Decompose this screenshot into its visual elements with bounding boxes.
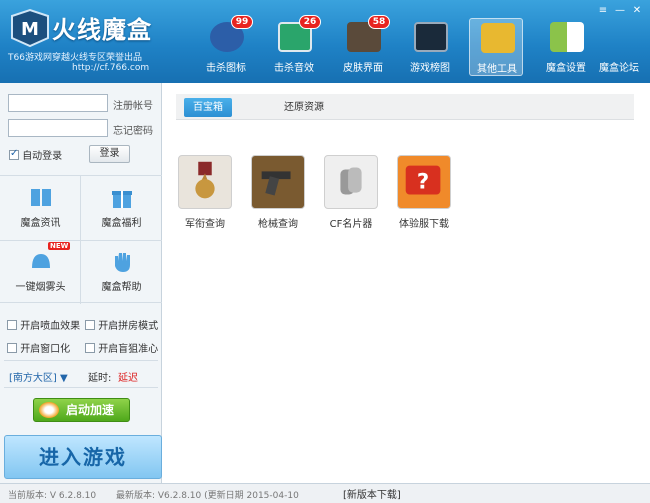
region-select[interactable]: [南方大区] ▼ (9, 369, 68, 384)
option-room[interactable]: 开启拼房模式 (85, 317, 158, 332)
toolbar-forum[interactable]: 魔盒论坛 (591, 18, 647, 76)
forgot-password-link[interactable]: 忘记密码 (113, 122, 153, 137)
toolbar-label: 游戏榜图 (410, 63, 450, 74)
toolbar-kill-sounds[interactable]: 26 击杀音效 (267, 15, 321, 76)
checkbox[interactable] (7, 343, 17, 353)
quick-grid: 魔盒资讯 魔盒福利 NEW 一键烟雾头 魔盒帮助 (0, 175, 162, 304)
tab-toolbox[interactable]: 百宝箱 (184, 98, 232, 117)
minimize-icon[interactable]: — (613, 5, 627, 17)
svg-text:M: M (21, 19, 39, 40)
gift-icon (112, 191, 132, 208)
tab-bar: 百宝箱 还原资源 (176, 94, 634, 120)
option-crosshair[interactable]: 开启盲狙准心 (85, 340, 158, 355)
password-input[interactable] (8, 119, 108, 137)
main-panel: 百宝箱 还原资源 军衔查询 枪械查询 CF名片器 ? 体验服下载 (163, 83, 650, 483)
enter-game-button[interactable]: 进入游戏 (4, 435, 162, 479)
register-link[interactable]: 注册帐号 (113, 97, 153, 112)
book-icon (31, 189, 51, 206)
close-icon[interactable]: ✕ (630, 5, 644, 17)
quick-help[interactable]: 魔盒帮助 (81, 240, 162, 304)
toolbar-label: 其他工具 (477, 64, 517, 75)
checkbox[interactable] (7, 320, 17, 330)
tab-restore[interactable]: 还原资源 (280, 98, 328, 117)
latency-value: 延迟 (118, 373, 138, 384)
quick-smoke[interactable]: NEW 一键烟雾头 (0, 240, 81, 304)
latest-version: 最新版本: V6.2.8.10 (更新日期 2015-04-10 (116, 491, 299, 501)
toolbar-kill-icons[interactable]: 99 击杀图标 (199, 15, 253, 76)
settings-grid-icon (550, 22, 584, 52)
quick-label: 魔盒资讯 (20, 218, 61, 229)
new-badge: NEW (48, 242, 71, 250)
tool-cf-card[interactable]: CF名片器 (321, 155, 381, 235)
accelerate-button[interactable]: 启动加速 (33, 398, 130, 422)
toolbar-label: 魔盒论坛 (599, 63, 639, 74)
toolbar-game-map[interactable]: 游戏榜图 (403, 18, 457, 76)
username-input[interactable] (8, 94, 108, 112)
tool-rank-query[interactable]: 军衔查询 (175, 155, 235, 235)
status-bar: 当前版本: V 6.2.8.10 最新版本: V6.2.8.10 (更新日期 2… (0, 483, 650, 503)
dropdown-arrow-icon: ▼ (60, 373, 68, 384)
auto-login[interactable]: 自动登录 (9, 147, 62, 162)
toolbar-label: 击杀音效 (274, 63, 314, 74)
login-button[interactable]: 登录 (89, 145, 130, 163)
dogtag-icon (324, 155, 378, 209)
menu-icon[interactable]: ≡ (596, 5, 610, 17)
quick-benefits[interactable]: 魔盒福利 (81, 176, 162, 240)
download-new-version-link[interactable]: [新版本下载] (343, 486, 401, 501)
toolbar-label: 魔盒设置 (546, 63, 586, 74)
auto-login-checkbox[interactable] (9, 148, 19, 160)
helmet-icon (32, 254, 50, 268)
tools-icon (481, 23, 515, 53)
auto-login-label: 自动登录 (22, 151, 63, 162)
medal-icon (178, 155, 232, 209)
option-windowed[interactable]: 开启窗口化 (7, 340, 70, 355)
badge-count: 26 (299, 15, 321, 29)
quick-label: 一键烟雾头 (15, 282, 66, 293)
question-icon: ? (397, 155, 451, 209)
toolbar-other-tools[interactable]: 其他工具 (469, 18, 523, 76)
map-icon (414, 22, 448, 52)
logo-icon: M (11, 8, 49, 48)
app-title: 火线魔盒 (52, 16, 152, 44)
toolbar-settings[interactable]: 魔盒设置 (539, 18, 593, 76)
toolbar-label: 皮肤界面 (343, 63, 383, 74)
badge-count: 58 (368, 15, 390, 29)
window-controls: ≡ — ✕ (593, 3, 644, 17)
latency-label: 延时: (88, 373, 112, 384)
tool-test-server-download[interactable]: ? 体验服下载 (394, 155, 454, 235)
quick-label: 魔盒帮助 (101, 282, 142, 293)
quick-label: 魔盒福利 (101, 218, 142, 229)
toolbar-label: 击杀图标 (206, 63, 246, 74)
quick-news[interactable]: 魔盒资讯 (0, 176, 81, 240)
hand-icon (115, 253, 130, 272)
left-panel: 注册帐号 忘记密码 自动登录 登录 魔盒资讯 魔盒福利 NEW 一键烟雾头 魔盒… (0, 83, 162, 483)
tool-weapon-query[interactable]: 枪械查询 (248, 155, 308, 235)
boost-icon (39, 402, 59, 418)
badge-count: 99 (231, 15, 253, 29)
app-url[interactable]: http://cf.766.com (72, 63, 149, 73)
option-blood[interactable]: 开启喷血效果 (7, 317, 80, 332)
checkbox[interactable] (85, 320, 95, 330)
svg-text:?: ? (417, 169, 429, 194)
current-version: 当前版本: V 6.2.8.10 (8, 491, 97, 501)
header: M 火线魔盒 T66游戏网穿越火线专区荣誉出品 http://cf.766.co… (0, 0, 650, 83)
app-subtitle: T66游戏网穿越火线专区荣誉出品 (8, 53, 142, 63)
toolbar-skin[interactable]: 58 皮肤界面 (336, 15, 390, 76)
checkbox[interactable] (85, 343, 95, 353)
revolver-icon (251, 155, 305, 209)
